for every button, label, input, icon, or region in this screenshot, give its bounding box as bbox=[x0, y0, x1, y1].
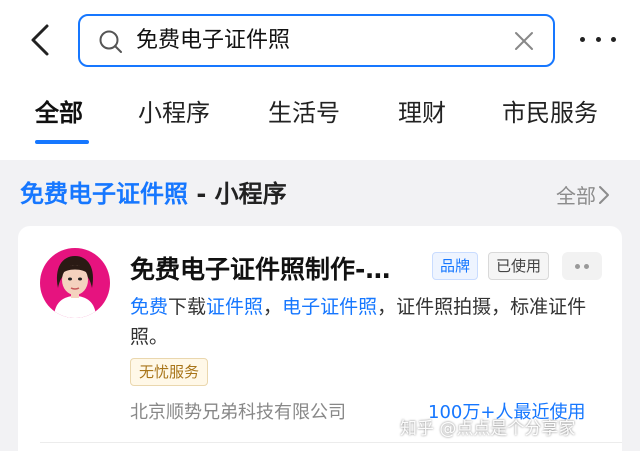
service-tag: 无忧服务 bbox=[130, 358, 209, 386]
section-more-link[interactable]: 全部 bbox=[556, 180, 610, 209]
watermark: 知乎 @点点是个分享家 bbox=[400, 419, 576, 439]
search-input[interactable]: 免费电子证件照 bbox=[136, 27, 290, 55]
more-dot-icon bbox=[580, 36, 585, 42]
desc-keyword: 电子证件照 bbox=[282, 296, 378, 318]
more-dot-icon bbox=[575, 263, 580, 269]
more-options-button[interactable] bbox=[580, 24, 616, 54]
tab-finance[interactable]: 理财 bbox=[398, 92, 446, 134]
search-icon bbox=[99, 30, 122, 53]
more-dot-icon bbox=[611, 36, 616, 42]
app-description: 免费下载证件照，电子证件照，证件照拍摄，标准证件照。 bbox=[130, 292, 600, 352]
back-button[interactable] bbox=[22, 20, 58, 60]
used-badge: 已使用 bbox=[488, 252, 550, 280]
section-more-label: 全部 bbox=[556, 184, 596, 208]
desc-text: ， bbox=[263, 296, 283, 318]
active-tab-indicator bbox=[35, 140, 89, 144]
desc-keyword: 证件照 bbox=[206, 296, 264, 318]
app-name[interactable]: 免费电子证件照制作-… bbox=[130, 250, 426, 286]
section-title: 免费电子证件照 - 小程序 bbox=[20, 174, 287, 209]
tab-citizen-services[interactable]: 市民服务 bbox=[502, 92, 598, 134]
divider bbox=[40, 442, 622, 443]
category-tabs: 全部 小程序 生活号 理财 市民服务 bbox=[0, 92, 640, 142]
chevron-right-icon bbox=[599, 185, 609, 204]
tab-life-accounts[interactable]: 生活号 bbox=[268, 92, 340, 134]
section-header: 免费电子证件照 - 小程序 全部 bbox=[0, 170, 640, 218]
desc-keyword: 免费 bbox=[130, 296, 169, 318]
search-box[interactable]: 免费电子证件照 bbox=[78, 14, 555, 67]
clear-icon[interactable] bbox=[513, 30, 535, 52]
section-title-suffix: - 小程序 bbox=[188, 180, 287, 208]
more-dot-icon bbox=[595, 36, 601, 42]
section-title-keyword: 免费电子证件照 bbox=[20, 180, 188, 208]
app-avatar bbox=[40, 248, 110, 318]
card-more-button[interactable] bbox=[562, 252, 602, 280]
company-name: 北京顺势兄弟科技有限公司 bbox=[130, 402, 346, 423]
desc-text: 下载 bbox=[168, 296, 207, 318]
tab-all[interactable]: 全部 bbox=[35, 92, 83, 134]
chevron-left-icon bbox=[31, 24, 49, 56]
tab-mini-programs[interactable]: 小程序 bbox=[138, 92, 210, 134]
top-bar: 免费电子证件照 全部 小程序 生活号 理财 市民服务 bbox=[0, 0, 640, 160]
brand-badge: 品牌 bbox=[432, 252, 479, 280]
more-dot-icon bbox=[584, 263, 589, 269]
